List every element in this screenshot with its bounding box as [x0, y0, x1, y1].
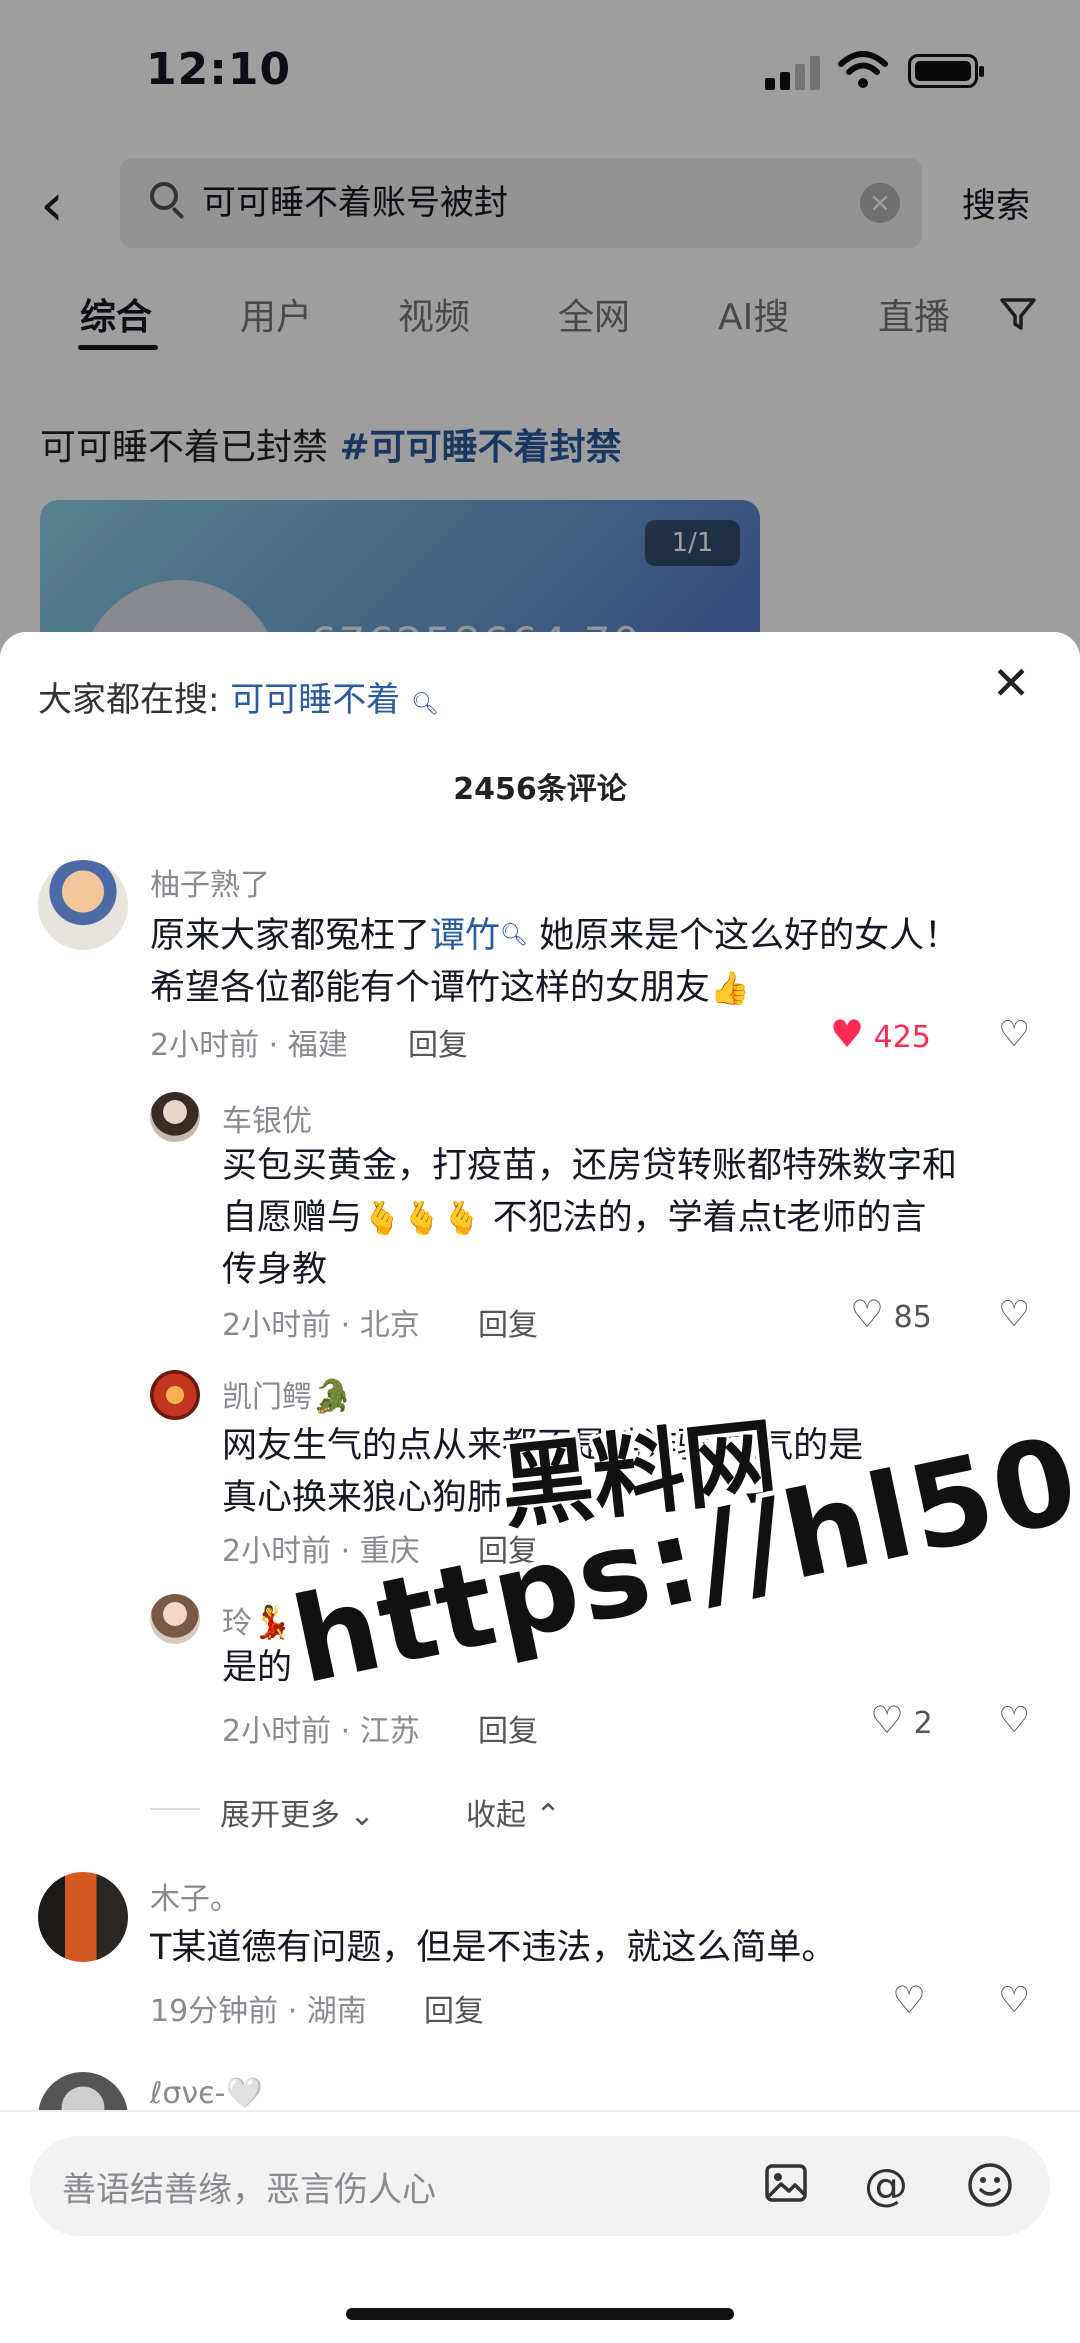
- thumbs-up-icon: 👍: [710, 969, 750, 1007]
- comment-text: T某道德有问题，但是不违法，就这么简单。: [150, 1928, 837, 1968]
- like-count: 2: [913, 1706, 933, 1741]
- comment-username[interactable]: 木子。: [150, 1874, 240, 1918]
- avatar[interactable]: [150, 1370, 200, 1420]
- like-button[interactable]: ♥ 425: [830, 1012, 931, 1056]
- comment-username[interactable]: 凯门鳄🐊: [222, 1372, 352, 1416]
- comment-link[interactable]: 谭竹: [430, 916, 500, 956]
- comment-meta: 2小时前 · 福建: [150, 1028, 348, 1063]
- close-icon[interactable]: ✕: [988, 660, 1034, 706]
- trending-term[interactable]: 可可睡不着: [230, 680, 400, 720]
- comment-username-text: 玲: [222, 1606, 252, 1641]
- like-button[interactable]: ♡ 85: [850, 1292, 932, 1336]
- comment-text-part: 传身教: [222, 1250, 328, 1290]
- avatar[interactable]: [150, 1594, 200, 1644]
- emoji-icon[interactable]: [964, 2160, 1016, 2212]
- reply-button[interactable]: 回复: [424, 1986, 484, 2030]
- comment-text: 是的: [222, 1648, 293, 1688]
- heart-icon: ♡: [850, 1292, 885, 1336]
- comment-input[interactable]: 善语结善缘，恶言伤人心 @: [30, 2136, 1050, 2236]
- comment-username[interactable]: 玲💃: [222, 1598, 292, 1642]
- like-button[interactable]: ♡: [892, 1978, 926, 2022]
- heart-icon: ♥: [830, 1012, 865, 1056]
- chevron-up-icon: ⌃: [526, 1798, 561, 1833]
- comment-text-part: 真心换来狼心狗肺: [222, 1478, 503, 1518]
- comment-count: 2456条评论: [453, 772, 627, 807]
- chevron-down-icon: ⌄: [340, 1798, 375, 1833]
- dislike-icon[interactable]: ♡: [998, 1980, 1030, 2021]
- trending-label: 大家都在搜:: [38, 680, 220, 720]
- heart-icon: ♡: [892, 1978, 927, 2022]
- link-search-icon: 🔍︎: [500, 923, 528, 948]
- comment-input-placeholder: 善语结善缘，恶言伤人心: [62, 2170, 436, 2210]
- comment-username[interactable]: 柚子熟了: [150, 860, 270, 904]
- comment-text-part: 不犯法的，学着点t老师的言: [481, 1198, 927, 1238]
- avatar[interactable]: [38, 1872, 128, 1962]
- crocodile-icon: 🐊: [312, 1377, 352, 1415]
- comment-username[interactable]: ℓσνє-🤍: [150, 2076, 263, 2111]
- dislike-icon[interactable]: ♡: [998, 1700, 1030, 1741]
- comment-text-part: 原来大家都冤枉了: [150, 916, 431, 956]
- like-button[interactable]: ♡ 2: [870, 1698, 933, 1742]
- dislike-icon[interactable]: ♡: [998, 1294, 1030, 1335]
- expand-more-label: 展开更多: [220, 1798, 340, 1833]
- mention-icon[interactable]: @: [860, 2160, 912, 2212]
- comment-meta: 19分钟前 · 湖南: [150, 1994, 367, 2029]
- reply-button[interactable]: 回复: [478, 1706, 538, 1750]
- home-indicator[interactable]: [346, 2308, 734, 2320]
- comment-text-part: 买包买黄金，打疫苗，还房贷转账都特殊数字和: [222, 1146, 958, 1186]
- divider: [150, 1808, 200, 1810]
- comment-text: 原来大家都冤枉了谭竹🔍︎ 她原来是个这么好的女人！ 希望各位都能有个谭竹这样的女…: [150, 910, 1030, 1014]
- dancer-icon: 💃: [252, 1603, 292, 1641]
- comment-text-part: 她原来是个这么好的女人！: [527, 916, 960, 956]
- reply-button[interactable]: 回复: [478, 1300, 538, 1344]
- image-icon[interactable]: [760, 2160, 812, 2212]
- comment-text-part: 自愿赠与: [222, 1198, 363, 1238]
- comment-meta: 2小时前 · 北京: [222, 1308, 420, 1343]
- collapse-label: 收起: [466, 1798, 526, 1833]
- divider: [0, 2110, 1080, 2112]
- heart-icon: ♡: [870, 1698, 905, 1742]
- trending-search-icon: 🔍︎: [411, 692, 440, 717]
- comment-meta: 2小时前 · 江苏: [222, 1714, 420, 1749]
- dislike-icon[interactable]: ♡: [998, 1014, 1030, 1055]
- collapse-button[interactable]: 收起 ⌃: [466, 1790, 561, 1834]
- comment-text: 买包买黄金，打疫苗，还房贷转账都特殊数字和 自愿赠与🫰🫰🫰 不犯法的，学着点t老…: [222, 1140, 1042, 1296]
- reply-button[interactable]: 回复: [408, 1020, 468, 1064]
- comment-username[interactable]: 车银优: [222, 1096, 312, 1140]
- heart-hands-icon: 🫰🫰🫰: [362, 1199, 482, 1237]
- avatar[interactable]: [150, 1092, 200, 1142]
- expand-more-button[interactable]: 展开更多 ⌄: [220, 1790, 375, 1834]
- comment-text-part: 希望各位都能有个谭竹这样的女朋友: [150, 968, 711, 1008]
- comment-username-text: 凯门鳄: [222, 1380, 312, 1415]
- trending-search[interactable]: 大家都在搜: 可可睡不着 🔍︎: [38, 672, 439, 721]
- like-count: 85: [893, 1300, 932, 1335]
- avatar[interactable]: [38, 860, 128, 950]
- like-count: 425: [873, 1020, 931, 1055]
